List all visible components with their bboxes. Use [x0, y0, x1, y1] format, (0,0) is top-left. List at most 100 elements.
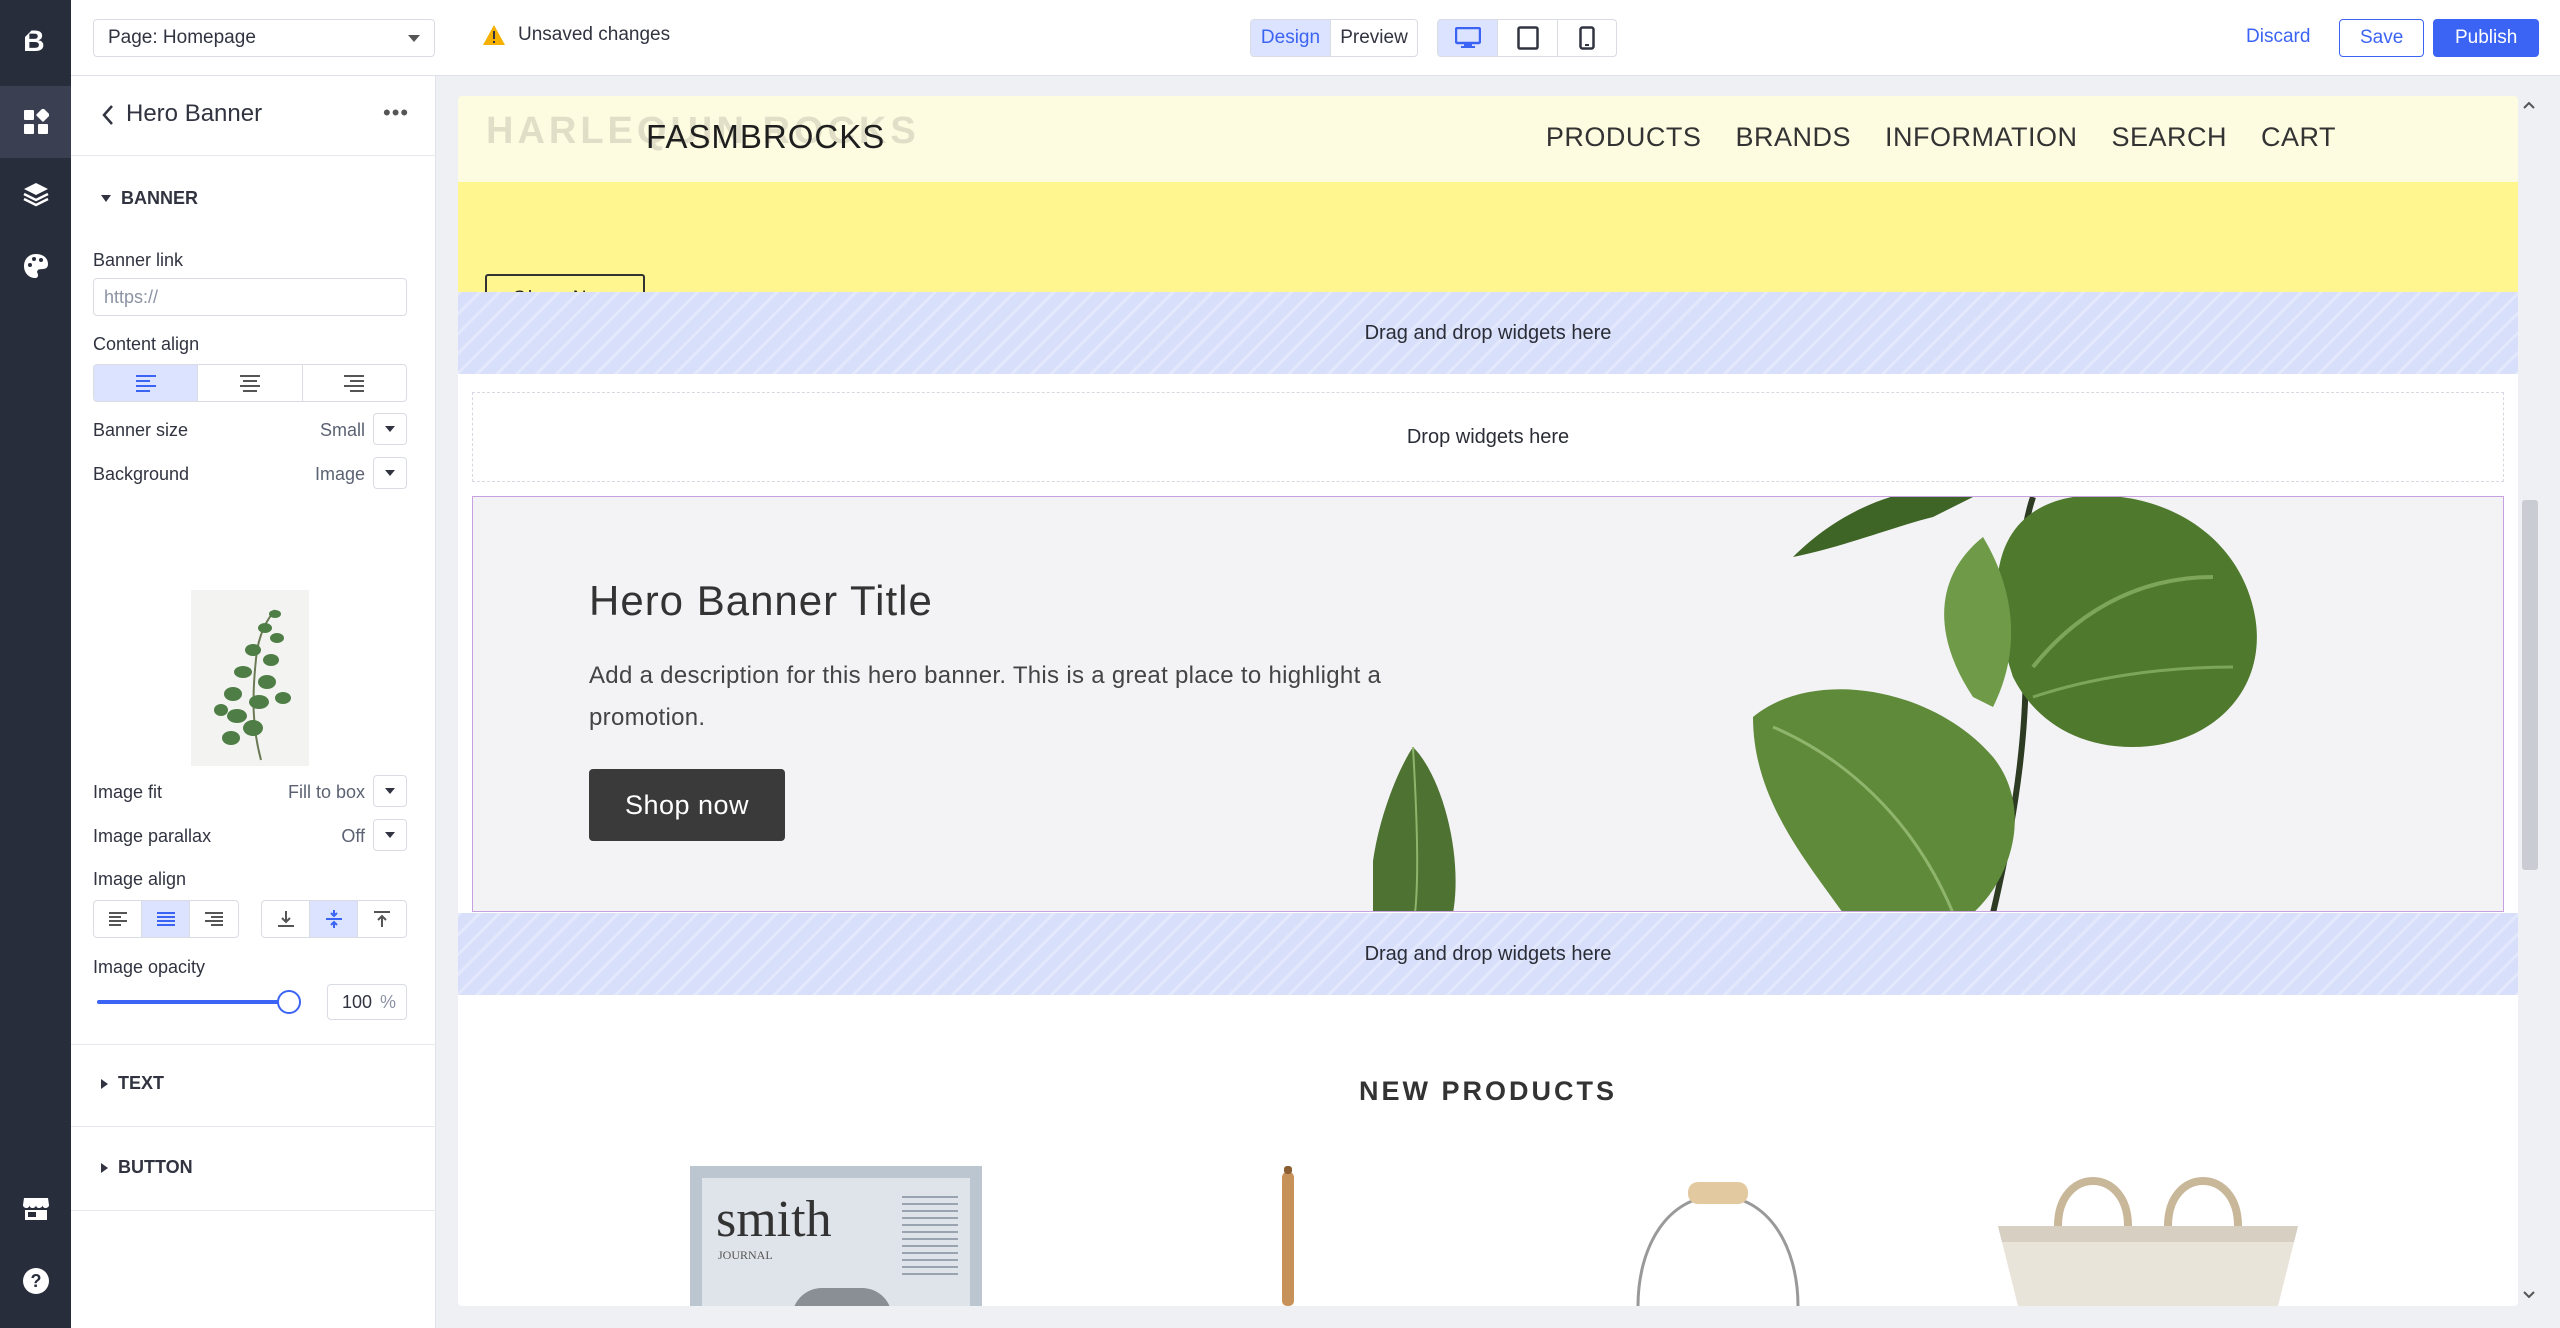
dropzone-bottom[interactable]: Drag and drop widgets here: [458, 913, 2518, 995]
chevron-down-icon: [408, 34, 420, 42]
align-left-icon: [135, 375, 156, 392]
nav-products[interactable]: PRODUCTS: [1546, 122, 1702, 153]
store-logo[interactable]: FASMBROCKS: [646, 118, 885, 156]
image-align-bottom-button[interactable]: [262, 901, 310, 937]
image-opacity-slider-handle[interactable]: [277, 990, 301, 1014]
image-opacity-slider-track[interactable]: [97, 1000, 287, 1004]
help-nav-item[interactable]: ?: [0, 1245, 71, 1317]
hero-banner-widget[interactable]: Hero Banner Title Add a description for …: [472, 496, 2504, 912]
magazine-title: smith: [716, 1191, 832, 1248]
nav-information[interactable]: INFORMATION: [1885, 122, 2077, 153]
theme-styles-nav-item[interactable]: [0, 230, 71, 302]
nav-search[interactable]: SEARCH: [2111, 122, 2227, 153]
product-card-tool[interactable]: [1258, 1166, 1318, 1306]
design-mode-button[interactable]: Design: [1251, 20, 1331, 56]
tablet-view-button[interactable]: [1498, 20, 1558, 56]
align-left-button[interactable]: [94, 365, 199, 401]
content-align-control: [93, 364, 407, 402]
save-button[interactable]: Save: [2339, 19, 2425, 57]
content-align-label: Content align: [93, 334, 200, 354]
hero-description[interactable]: Add a description for this hero banner. …: [589, 655, 1439, 739]
product-card-bag[interactable]: [1978, 1166, 2318, 1306]
image-vertical-align-control: [261, 900, 407, 938]
pages-nav-item[interactable]: [0, 86, 71, 158]
align-right-button[interactable]: [303, 365, 406, 401]
preview-mode-button[interactable]: Preview: [1331, 20, 1417, 56]
caret-right-icon: [101, 1078, 108, 1089]
hero-shop-now-button[interactable]: Shop now: [589, 769, 785, 841]
button-section-header[interactable]: BUTTON: [101, 1157, 193, 1178]
canvas-bag-image: [1998, 1177, 2298, 1306]
dashboard-icon: [23, 109, 49, 134]
align-justify-icon: [156, 912, 175, 926]
banner-link-placeholder: https://: [104, 286, 159, 307]
nav-cart[interactable]: CART: [2261, 122, 2336, 153]
background-dropdown[interactable]: [373, 457, 407, 489]
text-section-label: TEXT: [118, 1073, 165, 1093]
image-fit-label: Image fit: [93, 782, 163, 802]
banner-size-dropdown[interactable]: [373, 413, 407, 445]
image-opacity-unit: %: [379, 991, 396, 1012]
mobile-view-button[interactable]: [1558, 20, 1616, 56]
image-parallax-value: Off: [341, 826, 365, 846]
storefront-nav-item[interactable]: [0, 1173, 71, 1245]
layers-icon: [22, 183, 49, 207]
image-align-middle-button[interactable]: [310, 901, 358, 937]
main-nav: PRODUCTS BRANDS INFORMATION SEARCH CART: [1546, 122, 2336, 153]
store-icon: [22, 1198, 49, 1220]
banner-link-input[interactable]: https://: [93, 278, 407, 316]
help-icon: ?: [22, 1268, 49, 1294]
chevron-left-icon[interactable]: [101, 104, 115, 126]
left-rail: B ?: [0, 0, 71, 1328]
banner-size-label: Banner size: [93, 420, 189, 440]
svg-text:?: ?: [30, 1271, 41, 1291]
align-top-icon: [374, 911, 390, 927]
caret-down-icon: [101, 195, 111, 202]
section-divider: [71, 1210, 436, 1211]
image-align-center-button[interactable]: [142, 901, 190, 937]
dropzone-inner[interactable]: Drop widgets here: [472, 392, 2504, 482]
text-section-header[interactable]: TEXT: [101, 1073, 164, 1094]
image-opacity-label: Image opacity: [93, 957, 206, 977]
design-preview-toggle: Design Preview: [1250, 19, 1418, 57]
product-card-magazine[interactable]: smith JOURNAL: [690, 1166, 982, 1306]
bucket-image: [1636, 1182, 1800, 1306]
mobile-icon: [1579, 26, 1595, 50]
image-opacity-input[interactable]: 100 %: [327, 984, 407, 1020]
banner-section-header[interactable]: BANNER: [101, 188, 198, 209]
publish-button[interactable]: Publish: [2433, 19, 2540, 57]
page-select[interactable]: Page: Homepage: [93, 19, 435, 57]
background-image-thumbnail[interactable]: [191, 590, 309, 766]
image-parallax-dropdown[interactable]: [373, 819, 407, 851]
canvas-scroll-thumb[interactable]: [2522, 500, 2538, 870]
eucalyptus-image: [214, 609, 291, 761]
image-fit-dropdown[interactable]: [373, 775, 407, 807]
scroll-down-icon[interactable]: [2522, 1290, 2536, 1300]
section-divider: [71, 1044, 436, 1045]
image-align-top-button[interactable]: [358, 901, 406, 937]
magazine-cover-image: smith JOURNAL: [702, 1178, 970, 1306]
align-center-icon: [239, 375, 260, 392]
dropzone-top[interactable]: Drag and drop widgets here: [458, 292, 2518, 374]
page-select-label: Page: Homepage: [108, 27, 256, 48]
background-label: Background: [93, 464, 190, 484]
top-bar: Page: Homepage Unsaved changes Design Pr…: [71, 0, 2560, 76]
new-products-heading: NEW PRODUCTS: [1359, 1076, 1617, 1106]
image-opacity-value: 100: [341, 991, 372, 1012]
image-align-right-button[interactable]: [190, 901, 238, 937]
nav-brands[interactable]: BRANDS: [1735, 122, 1851, 153]
layers-nav-item[interactable]: [0, 158, 71, 230]
scroll-up-icon[interactable]: [2522, 100, 2536, 110]
banner-size-value: Small: [319, 420, 365, 440]
product-card-bucket[interactable]: [1618, 1166, 1818, 1306]
desktop-view-button[interactable]: [1438, 20, 1498, 56]
image-horizontal-align-control: [93, 900, 239, 938]
image-align-left-button[interactable]: [94, 901, 142, 937]
hero-title[interactable]: Hero Banner Title: [589, 577, 933, 625]
monstera-plant-image: [1373, 497, 2257, 911]
more-options-icon[interactable]: •••: [383, 100, 409, 126]
site-header: HARLEQUIN ROCKS FASMBROCKS PRODUCTS BRAN…: [458, 96, 2518, 182]
discard-button[interactable]: Discard: [2246, 26, 2310, 48]
bigcommerce-logo[interactable]: B: [18, 22, 52, 56]
align-center-button[interactable]: [198, 365, 303, 401]
